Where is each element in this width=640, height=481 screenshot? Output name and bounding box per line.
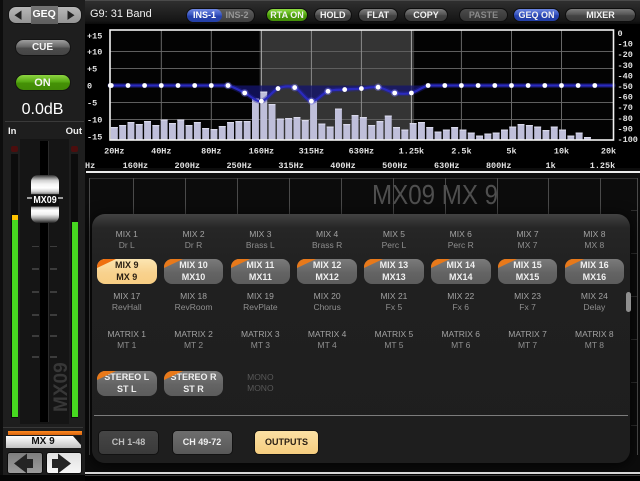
svg-text:+5: +5	[87, 65, 97, 75]
svg-text:+10: +10	[87, 48, 102, 58]
svg-text:10k: 10k	[554, 147, 569, 157]
svg-text:-60: -60	[618, 93, 633, 103]
svg-text:-5: -5	[87, 99, 97, 109]
svg-text:1k: 1k	[545, 161, 555, 168]
svg-text:-100: -100	[618, 135, 638, 145]
svg-text:80Hz: 80Hz	[201, 147, 221, 157]
svg-text:0: 0	[618, 29, 623, 39]
svg-text:-80: -80	[618, 114, 633, 124]
svg-text:630Hz: 630Hz	[434, 161, 460, 168]
svg-text:20k: 20k	[601, 147, 616, 157]
svg-text:-10: -10	[618, 40, 633, 50]
svg-text:-15: -15	[87, 133, 102, 143]
svg-text:800Hz: 800Hz	[486, 161, 512, 168]
svg-text:160Hz: 160Hz	[123, 161, 149, 168]
svg-text:5k: 5k	[506, 147, 516, 157]
svg-text:-10: -10	[87, 116, 102, 126]
svg-text:0: 0	[87, 82, 92, 92]
svg-text:40Hz: 40Hz	[151, 147, 171, 157]
svg-text:250Hz: 250Hz	[226, 161, 252, 168]
svg-text:Hz: Hz	[85, 161, 95, 168]
svg-text:1.25k: 1.25k	[590, 161, 616, 168]
svg-text:315Hz: 315Hz	[299, 147, 325, 157]
svg-text:-70: -70	[618, 103, 633, 113]
svg-text:+15: +15	[87, 31, 102, 41]
svg-text:2.5k: 2.5k	[451, 147, 471, 157]
svg-text:20Hz: 20Hz	[104, 147, 124, 157]
svg-text:-30: -30	[618, 61, 633, 71]
svg-text:315Hz: 315Hz	[278, 161, 304, 168]
svg-text:-50: -50	[618, 82, 633, 92]
svg-text:400Hz: 400Hz	[330, 161, 356, 168]
svg-text:200Hz: 200Hz	[175, 161, 201, 168]
svg-text:1.25k: 1.25k	[399, 147, 425, 157]
svg-text:-90: -90	[618, 124, 633, 134]
svg-text:160Hz: 160Hz	[249, 147, 275, 157]
svg-text:500Hz: 500Hz	[382, 161, 408, 168]
svg-text:-40: -40	[618, 71, 633, 81]
svg-text:-20: -20	[618, 50, 633, 60]
svg-text:630Hz: 630Hz	[349, 147, 375, 157]
